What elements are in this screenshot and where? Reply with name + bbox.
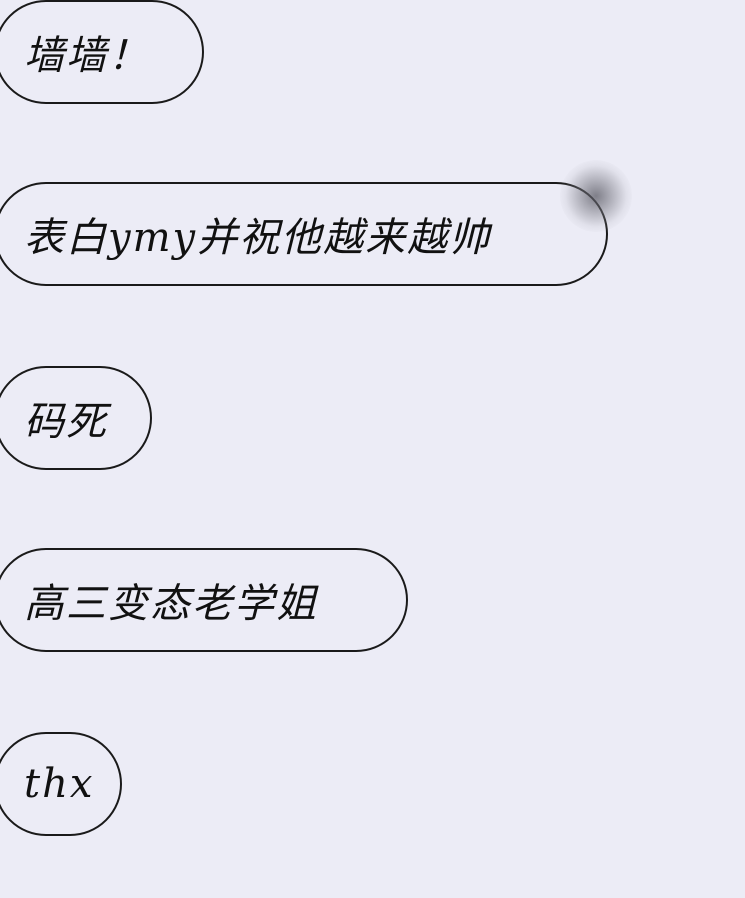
message-bubble[interactable]: 码死	[0, 366, 152, 470]
message-bubble[interactable]: 墙墙！	[0, 0, 204, 104]
chat-area: 墙墙！ 表白ymy并祝他越来越帅 码死 高三变态老学姐 thx	[0, 0, 745, 898]
message-bubble[interactable]: thx	[0, 732, 122, 836]
message-bubble[interactable]: 表白ymy并祝他越来越帅	[0, 182, 608, 286]
message-bubble[interactable]: 高三变态老学姐	[0, 548, 408, 652]
